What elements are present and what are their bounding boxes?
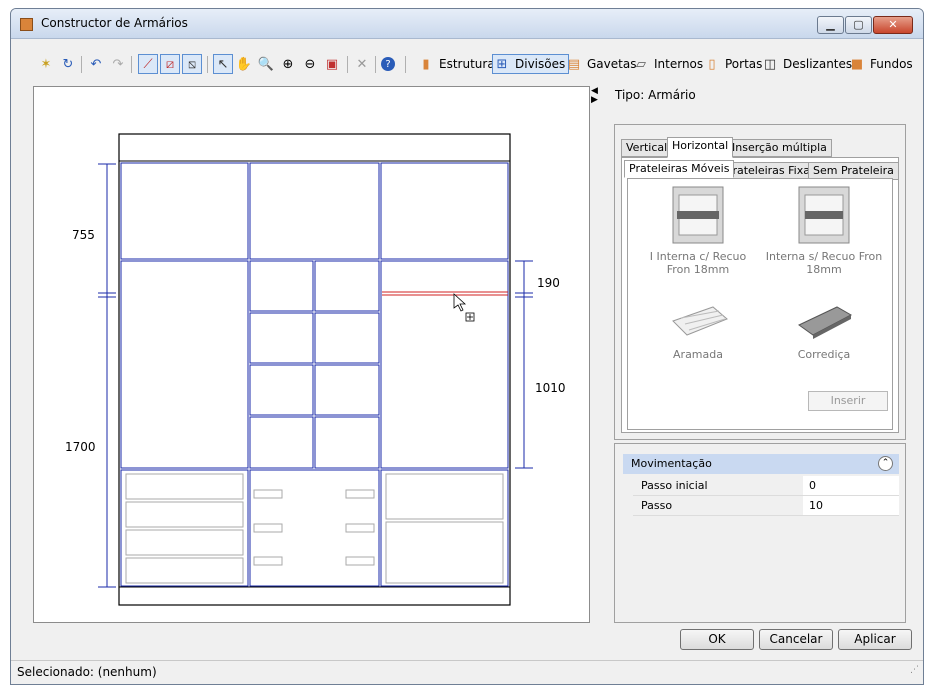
deslizantes-button[interactable]: ◫ Deslizantes [761,54,852,74]
shelf-cabinet-icon [798,186,850,244]
resize-grip-icon[interactable]: ⋰ [910,659,919,682]
passo-input[interactable]: 10 [803,496,899,515]
select-mode-2-icon[interactable]: ⧄ [160,54,180,74]
tipo-label: Tipo: Armário [615,88,696,102]
tab-vertical[interactable]: Vertical [621,139,673,157]
estrutura-button[interactable]: ▮ Estrutura [417,54,494,74]
pan-icon[interactable]: ✋ [235,54,253,74]
cancelar-button[interactable]: Cancelar [759,629,833,650]
wardrobe-drawing [98,133,533,606]
divisoes-button[interactable]: ⊞ Divisões [492,54,570,74]
zoom-out-icon[interactable]: ⊖ [301,54,319,74]
passo-inicial-input[interactable]: 0 [803,476,899,495]
gavetas-button[interactable]: ▤ Gavetas [565,54,637,74]
shelf-item-label: Corrediça [797,348,851,361]
property-key: Passo inicial [641,479,708,492]
subtab-prateleiras-moveis[interactable]: Prateleiras Móveis [624,160,735,178]
zoom-extents-icon[interactable]: 🔍 [257,54,275,74]
undo-icon[interactable]: ↶ [87,54,105,74]
zoom-in-icon[interactable]: ⊕ [279,54,297,74]
movimentacao-panel: Movimentação ⌃ Passo inicial 0 Passo 10 [614,443,906,623]
status-bar: Selecionado: (nenhum) ⋰ [11,659,923,684]
divisions-panel: Vertical Horizontal Inserção múltipla Pr… [614,124,906,440]
shelf-item-label: Aramada [673,348,723,361]
shelf-item-label: Interna s/ Recuo Fron 18mm [765,250,883,276]
zoom-window-icon[interactable]: ▣ [323,54,341,74]
inserir-button[interactable]: Inserir [808,391,888,411]
dimension-190: 190 [537,276,560,290]
minimize-button[interactable]: ▁ [817,16,844,34]
shelf-item-aramada[interactable]: Aramada [638,301,758,361]
aplicar-button[interactable]: Aplicar [838,629,912,650]
slide-shelf-icon [798,306,853,339]
maximize-button[interactable]: ▢ [845,16,872,34]
property-row-passo: Passo 10 [633,496,899,516]
pointer-icon[interactable]: ↖ [213,54,233,74]
collapse-arrows-icon[interactable]: ◀ ▶ [591,87,598,105]
property-row-passo-inicial: Passo inicial 0 [633,476,899,496]
title-bar: Constructor de Armários ▁ ▢ ✕ [11,9,923,39]
collapse-icon[interactable]: ⌃ [878,456,893,471]
redo-icon[interactable]: ↷ [109,54,127,74]
main-window: Constructor de Armários ▁ ▢ ✕ ✶ ↻ ↶ ↷ ⟋ … [10,8,924,685]
dimension-1700: 1700 [65,440,96,454]
help-icon[interactable]: ? [381,54,395,74]
close-button[interactable]: ✕ [873,16,913,34]
dimension-1010: 1010 [535,381,566,395]
portas-button[interactable]: ▯ Portas [703,54,762,74]
wire-basket-icon [672,306,728,336]
horizontal-tab-body: Prateleiras Móveis Prateleiras Fixas Sem… [621,157,899,433]
tab-insercao-multipla[interactable]: Inserção múltipla [727,139,832,157]
select-mode-1-icon[interactable]: ⟋ [138,54,158,74]
refresh-icon[interactable]: ↻ [59,54,77,74]
shelf-item-label: I Interna c/ Recuo Fron 18mm [649,250,747,276]
select-mode-3-icon[interactable]: ⧅ [182,54,202,74]
drawing-canvas[interactable]: 755 1700 190 1010 [33,86,590,623]
tab-horizontal[interactable]: Horizontal [667,137,734,158]
window-title: Constructor de Armários [41,16,188,30]
delete-icon[interactable]: ✕ [353,54,371,74]
new-icon[interactable]: ✶ [37,54,55,74]
shelf-cabinet-icon [672,186,724,244]
shelf-item-interna-c-recuo[interactable]: I Interna c/ Recuo Fron 18mm [638,185,758,276]
internos-button[interactable]: ▱ Internos [632,54,703,74]
property-key: Passo [641,499,673,512]
dimension-755: 755 [72,228,95,242]
ok-button[interactable]: OK [680,629,754,650]
shelf-item-corredica[interactable]: Corrediça [764,301,884,361]
status-text: Selecionado: (nenhum) [17,665,157,679]
app-icon [20,18,33,31]
toolbar: ✶ ↻ ↶ ↷ ⟋ ⧄ ⧅ ↖ ✋ 🔍 ⊕ ⊖ ▣ ✕ ? ▮ Estrutura… [11,50,923,78]
shelf-item-interna-s-recuo[interactable]: Interna s/ Recuo Fron 18mm [764,185,884,276]
movimentacao-title: Movimentação [631,457,712,470]
fundos-button[interactable]: ■ Fundos [848,54,913,74]
movimentacao-header[interactable]: Movimentação ⌃ [623,454,899,474]
